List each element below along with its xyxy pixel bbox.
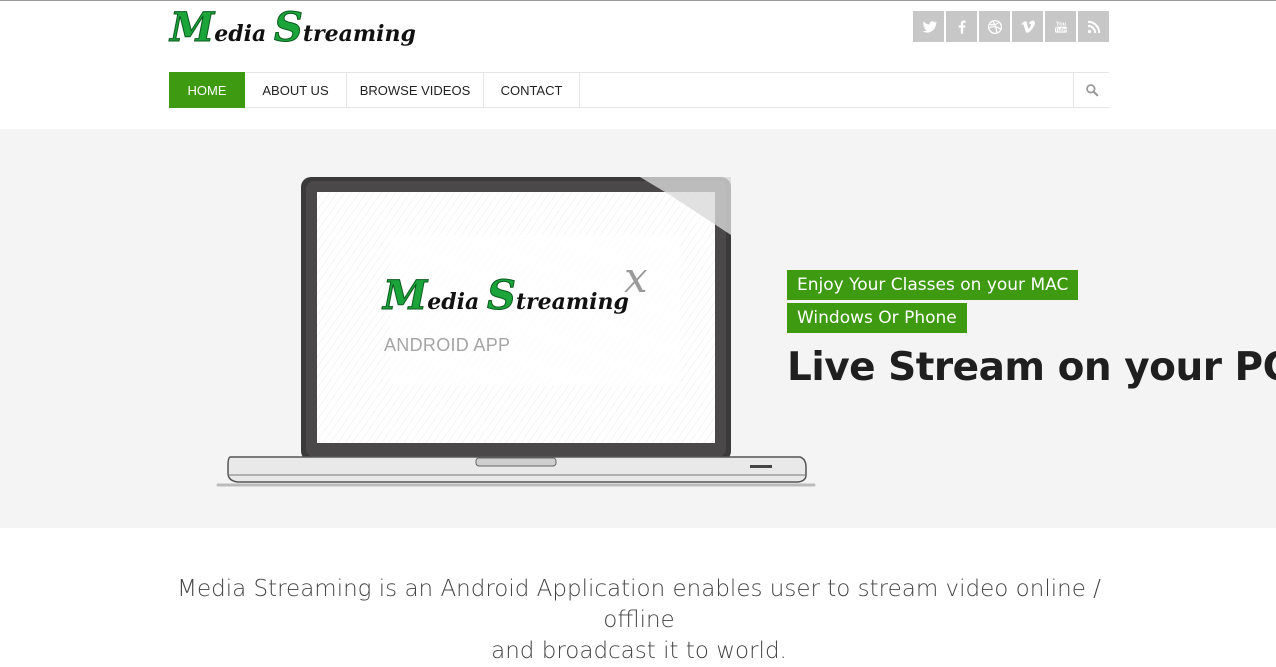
youtube-icon[interactable]: You Tube bbox=[1045, 11, 1076, 42]
screen-logo-text-edia: edia bbox=[427, 289, 487, 315]
nav-item-label: CONTACT bbox=[500, 82, 563, 98]
hero-title: Live Stream on your PC bbox=[787, 345, 1276, 390]
tagline-2: Windows Or Phone bbox=[787, 303, 967, 333]
svg-text:Tube: Tube bbox=[1054, 27, 1066, 33]
svg-text:You: You bbox=[1055, 21, 1066, 27]
nav-item-home[interactable]: HOME bbox=[169, 72, 245, 108]
screen-logo-letter-m: M bbox=[382, 272, 428, 320]
screen-logo-mark: x bbox=[624, 253, 648, 302]
intro-line-2: and broadcast it to world. bbox=[491, 638, 787, 664]
intro-line-1: Media Streaming is an Android Applicatio… bbox=[177, 576, 1101, 633]
screen-logo-text-treaming: treaming bbox=[515, 289, 629, 315]
intro-description: Media Streaming is an Android Applicatio… bbox=[150, 574, 1128, 667]
twitter-icon[interactable] bbox=[913, 11, 944, 42]
nav-item-label: HOME bbox=[187, 82, 227, 98]
nav-item-label: ABOUT US bbox=[262, 82, 329, 98]
logo-letter-m: M bbox=[169, 4, 215, 52]
nav-item-contact[interactable]: CONTACT bbox=[484, 72, 580, 108]
top-border bbox=[0, 0, 1276, 1]
rss-icon[interactable] bbox=[1078, 11, 1109, 42]
search-icon bbox=[1085, 84, 1098, 97]
vimeo-icon[interactable] bbox=[1012, 11, 1043, 42]
nav-item-browse-videos[interactable]: BROWSE VIDEOS bbox=[347, 72, 484, 108]
social-links: You Tube bbox=[913, 11, 1109, 42]
logo-text-edia: edia bbox=[214, 21, 274, 47]
search-button[interactable] bbox=[1073, 72, 1109, 108]
facebook-icon[interactable] bbox=[946, 11, 977, 42]
dribbble-icon[interactable] bbox=[979, 11, 1010, 42]
screen-logo-letter-s: S bbox=[486, 272, 516, 320]
nav-item-label: BROWSE VIDEOS bbox=[359, 82, 471, 98]
laptop-illustration bbox=[216, 177, 816, 487]
screen-logo: Media Streaming bbox=[382, 272, 629, 320]
hero-banner: Media Streaming x ANDROID APP Enjoy Your… bbox=[0, 129, 1276, 528]
site-logo[interactable]: Media Streaming bbox=[169, 4, 430, 52]
android-app-label: ANDROID APP bbox=[384, 335, 511, 355]
nav-item-about-us[interactable]: ABOUT US bbox=[245, 72, 347, 108]
logo-letter-s: S bbox=[273, 4, 303, 52]
tagline-1: Enjoy Your Classes on your MAC bbox=[787, 270, 1079, 300]
main-navigation: HOME ABOUT US BROWSE VIDEOS CONTACT bbox=[169, 72, 1109, 108]
logo-text-treaming: treaming bbox=[302, 21, 416, 47]
